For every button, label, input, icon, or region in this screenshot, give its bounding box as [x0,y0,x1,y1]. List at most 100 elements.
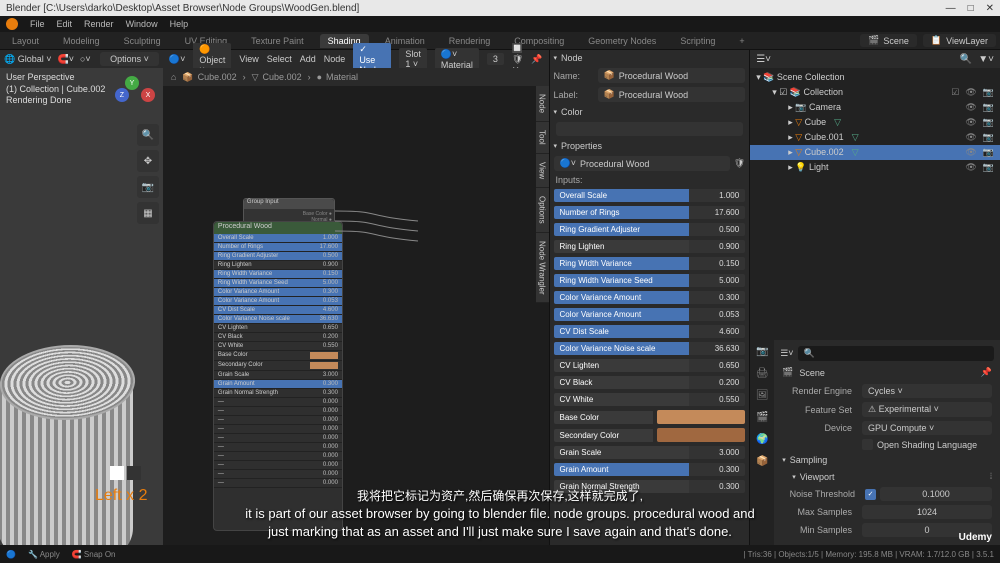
slot-dropdown[interactable]: Slot 1 ˅ [399,48,427,70]
tree-collection[interactable]: ▾ ☑ 📚 Collection ☑👁📷 [750,85,1000,100]
maximize-button[interactable]: □ [968,3,974,14]
sidetab-tool[interactable]: Tool [536,122,549,154]
name-field[interactable]: 📦 Procedural Wood [598,68,746,83]
3d-viewport[interactable]: 🌐 Global ˅ 🧲˅ ○˅ Options ˅ User Perspect… [0,50,163,545]
props-type-icon[interactable]: ☰˅ [780,348,793,359]
secondary-color-swatch[interactable] [657,428,745,442]
input-value[interactable]: 0.500 [689,223,745,236]
material-users[interactable]: 3 [487,53,504,65]
outliner-type-icon[interactable]: ☰˅ [756,54,771,65]
pin-icon[interactable]: 📌 [981,367,992,378]
scene-selector[interactable]: 🎬 Scene [860,34,917,47]
proptab-world-icon[interactable]: 🌍 [750,428,774,450]
snap-button[interactable]: 🧲 Snap On [72,550,116,559]
menu-render[interactable]: Render [84,19,114,29]
sidetab-view[interactable]: View [536,154,549,188]
ne-menu-select[interactable]: Select [267,54,292,64]
sidetab-nodewrangler[interactable]: Node Wrangler [536,233,549,304]
label-field[interactable]: 📦 Procedural Wood [598,87,746,102]
input-row[interactable]: CV Dist Scale4.600 [550,323,750,340]
input-value[interactable]: 0.300 [689,463,745,476]
editor-type-icon[interactable]: 🔵˅ [169,54,185,65]
sampling-header[interactable]: Sampling [778,452,996,468]
tab-add[interactable]: + [731,34,752,48]
input-row[interactable]: Color Variance Amount0.053 [550,306,750,323]
input-value[interactable]: 0.650 [689,359,745,372]
props-search[interactable]: 🔍 [798,346,994,361]
input-value[interactable]: 3.000 [689,446,745,459]
outliner-item[interactable]: ▸ 💡 Light👁📷 [750,160,1000,175]
input-value[interactable]: 0.200 [689,376,745,389]
gizmo-z-axis[interactable]: Z [115,88,129,102]
zoom-tool-icon[interactable]: 🔍 [137,124,159,146]
input-value[interactable]: 0.900 [689,240,745,253]
outliner-item[interactable]: ▸ 📷 Camera👁📷 [750,100,1000,115]
max-samples-value[interactable]: 1024 [862,505,992,519]
input-row[interactable]: CV Black0.200 [550,374,750,391]
ne-menu-view[interactable]: View [239,54,258,64]
input-row[interactable]: CV White0.550 [550,391,750,408]
minimize-button[interactable]: — [946,3,956,14]
node-canvas[interactable]: Group Input Base Color ●Normal ●Disp_Noi… [163,86,549,545]
input-row[interactable]: Grain Scale3.000 [550,444,750,461]
input-value[interactable]: 36.630 [689,342,745,355]
sidetab-options[interactable]: Options [536,188,549,233]
tab-rendering[interactable]: Rendering [441,34,499,48]
viewlayer-selector[interactable]: 📋 ViewLayer [923,34,996,47]
osl-checkbox[interactable] [862,439,873,450]
input-row[interactable]: Ring Width Variance Seed5.000 [550,272,750,289]
gizmo-x-axis[interactable]: X [141,88,155,102]
input-value[interactable]: 17.600 [689,206,745,219]
pin-icon[interactable]: 📌 [531,54,542,65]
proptab-viewlayer-icon[interactable]: 🖼 [750,384,774,406]
input-value[interactable]: 4.600 [689,325,745,338]
input-row[interactable]: Grain Normal Strength0.300 [550,478,750,495]
shield-icon[interactable]: 🛡 [734,158,745,169]
viewport-options[interactable]: Options ˅ [100,52,159,66]
snap-toggle[interactable]: 🧲˅ [58,54,74,65]
breadcrumb-item[interactable]: ● Material [317,72,358,82]
render-engine-dropdown[interactable]: Cycles ˅ [862,384,992,398]
node-group-procedural-wood[interactable]: Procedural Wood Overall Scale1.000Number… [213,221,343,531]
camera-tool-icon[interactable]: 📷 [137,176,159,198]
input-row[interactable]: Ring Lighten0.900 [550,238,750,255]
tab-modeling[interactable]: Modeling [55,34,108,48]
feature-set-dropdown[interactable]: ⚠ Experimental ˅ [862,402,992,417]
menu-window[interactable]: Window [126,19,158,29]
input-row[interactable]: Ring Width Variance0.150 [550,255,750,272]
funnel-icon[interactable]: ▼˅ [978,54,994,65]
tab-scripting[interactable]: Scripting [672,34,723,48]
ne-menu-add[interactable]: Add [300,54,316,64]
viewport-sampling-header[interactable]: Viewport⦙ [778,468,996,485]
panel-node-header[interactable]: Node [550,50,750,66]
tree-scene-collection[interactable]: ▾ 📚 Scene Collection [750,70,1000,85]
proptab-scene-icon[interactable]: 🎬 [750,406,774,428]
input-row[interactable]: Color Variance Amount0.300 [550,289,750,306]
footer-icon[interactable]: 🔵 [6,550,16,559]
panel-properties-header[interactable]: Properties [550,138,750,154]
tab-sculpting[interactable]: Sculpting [116,34,169,48]
proportional-toggle[interactable]: ○˅ [80,54,91,64]
input-value[interactable]: 0.300 [689,291,745,304]
input-value[interactable]: 0.300 [689,480,745,493]
tab-texturepaint[interactable]: Texture Paint [243,34,312,48]
input-row[interactable]: Ring Gradient Adjuster0.500 [550,221,750,238]
menu-help[interactable]: Help [170,19,189,29]
outliner-item[interactable]: ▸ ▽ Cube.001▽👁📷 [750,130,1000,145]
input-row[interactable]: Overall Scale1.000 [550,187,750,204]
input-row[interactable]: Number of Rings17.600 [550,204,750,221]
apply-button[interactable]: 🔧 Apply [28,550,60,559]
input-row[interactable]: Grain Amount0.300 [550,461,750,478]
device-dropdown[interactable]: GPU Compute ˅ [862,421,992,435]
proptab-render-icon[interactable]: 📷 [750,340,774,362]
material-datablock[interactable]: 🔵˅ Procedural Wood [554,156,730,171]
input-value[interactable]: 5.000 [689,274,745,287]
close-button[interactable]: ✕ [986,3,994,14]
move-tool-icon[interactable]: ✥ [137,150,159,172]
breadcrumb-item[interactable]: ▽ Cube.002 [252,72,302,83]
filter-icon[interactable]: 🔍 [960,54,972,65]
ne-menu-node[interactable]: Node [324,54,346,64]
outliner-item[interactable]: ▸ ▽ Cube▽👁📷 [750,115,1000,130]
tab-geonodes[interactable]: Geometry Nodes [580,34,664,48]
input-value[interactable]: 0.150 [689,257,745,270]
